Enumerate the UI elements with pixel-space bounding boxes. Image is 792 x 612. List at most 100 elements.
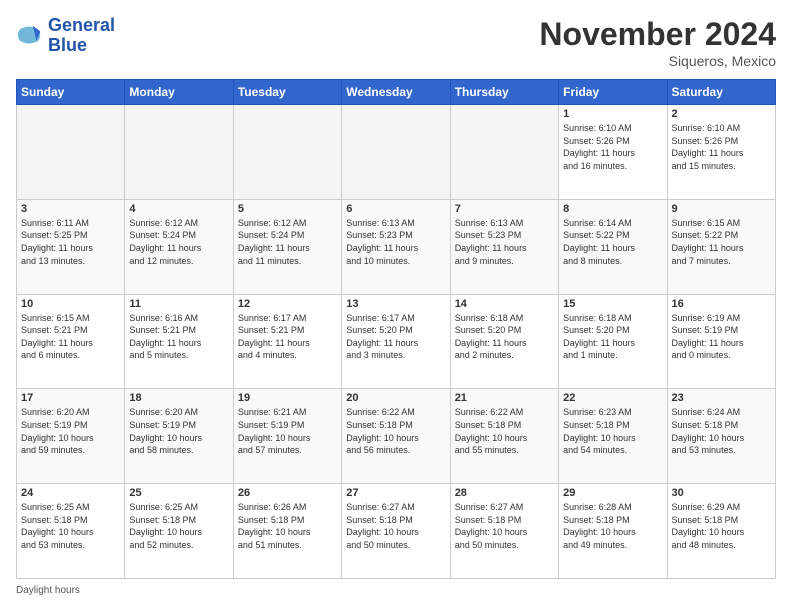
day-number: 5: [238, 203, 337, 215]
calendar-day-cell: 7 Sunrise: 6:13 AM Sunset: 5:23 PM Daylig…: [450, 199, 558, 294]
day-info: Sunrise: 6:20 AM Sunset: 5:19 PM Dayligh…: [129, 406, 228, 456]
day-info: Sunrise: 6:12 AM Sunset: 5:24 PM Dayligh…: [129, 217, 228, 267]
day-info: Sunrise: 6:24 AM Sunset: 5:18 PM Dayligh…: [672, 406, 771, 456]
logo-text: General Blue: [48, 16, 115, 56]
calendar-day-cell: 5 Sunrise: 6:12 AM Sunset: 5:24 PM Daylig…: [233, 199, 341, 294]
calendar-day-cell: 2 Sunrise: 6:10 AM Sunset: 5:26 PM Daylig…: [667, 105, 775, 200]
day-number: 24: [21, 487, 120, 499]
day-number: 19: [238, 392, 337, 404]
day-info: Sunrise: 6:21 AM Sunset: 5:19 PM Dayligh…: [238, 406, 337, 456]
day-info: Sunrise: 6:12 AM Sunset: 5:24 PM Dayligh…: [238, 217, 337, 267]
page: General Blue November 2024 Siqueros, Mex…: [0, 0, 792, 612]
calendar-day-cell: [450, 105, 558, 200]
day-number: 16: [672, 298, 771, 310]
day-info: Sunrise: 6:27 AM Sunset: 5:18 PM Dayligh…: [455, 501, 554, 551]
day-number: 28: [455, 487, 554, 499]
day-info: Sunrise: 6:22 AM Sunset: 5:18 PM Dayligh…: [346, 406, 445, 456]
day-info: Sunrise: 6:23 AM Sunset: 5:18 PM Dayligh…: [563, 406, 662, 456]
day-number: 18: [129, 392, 228, 404]
calendar-week-row: 10 Sunrise: 6:15 AM Sunset: 5:21 PM Dayli…: [17, 294, 776, 389]
day-info: Sunrise: 6:28 AM Sunset: 5:18 PM Dayligh…: [563, 501, 662, 551]
calendar-day-cell: [17, 105, 125, 200]
calendar-day-cell: 3Sunrise: 6:11 AM Sunset: 5:25 PM Daylig…: [17, 199, 125, 294]
day-info: Sunrise: 6:17 AM Sunset: 5:20 PM Dayligh…: [346, 312, 445, 362]
day-info: Sunrise: 6:10 AM Sunset: 5:26 PM Dayligh…: [563, 122, 662, 172]
calendar-week-row: 24 Sunrise: 6:25 AM Sunset: 5:18 PM Dayli…: [17, 484, 776, 579]
calendar-day-cell: 16 Sunrise: 6:19 AM Sunset: 5:19 PM Dayli…: [667, 294, 775, 389]
calendar-day-cell: 30 Sunrise: 6:29 AM Sunset: 5:18 PM Dayli…: [667, 484, 775, 579]
day-number: 25: [129, 487, 228, 499]
day-info: Sunrise: 6:15 AM Sunset: 5:22 PM Dayligh…: [672, 217, 771, 267]
day-info: Sunrise: 6:14 AM Sunset: 5:22 PM Dayligh…: [563, 217, 662, 267]
calendar-day-cell: 20 Sunrise: 6:22 AM Sunset: 5:18 PM Dayli…: [342, 389, 450, 484]
calendar-day-cell: 22 Sunrise: 6:23 AM Sunset: 5:18 PM Dayli…: [559, 389, 667, 484]
day-number: 27: [346, 487, 445, 499]
day-number: 2: [672, 108, 771, 120]
day-number: 13: [346, 298, 445, 310]
calendar: SundayMondayTuesdayWednesdayThursdayFrid…: [16, 79, 776, 579]
calendar-day-cell: 28 Sunrise: 6:27 AM Sunset: 5:18 PM Dayli…: [450, 484, 558, 579]
day-number: 12: [238, 298, 337, 310]
location: Siqueros, Mexico: [539, 53, 776, 69]
calendar-day-cell: 4 Sunrise: 6:12 AM Sunset: 5:24 PM Daylig…: [125, 199, 233, 294]
day-number: 22: [563, 392, 662, 404]
day-info: Sunrise: 6:15 AM Sunset: 5:21 PM Dayligh…: [21, 312, 120, 362]
calendar-day-header: Wednesday: [342, 80, 450, 105]
calendar-day-cell: 1 Sunrise: 6:10 AM Sunset: 5:26 PM Daylig…: [559, 105, 667, 200]
day-number: 3: [21, 203, 120, 215]
day-info: Sunrise: 6:22 AM Sunset: 5:18 PM Dayligh…: [455, 406, 554, 456]
calendar-day-cell: 18 Sunrise: 6:20 AM Sunset: 5:19 PM Dayli…: [125, 389, 233, 484]
day-info: Sunrise: 6:26 AM Sunset: 5:18 PM Dayligh…: [238, 501, 337, 551]
day-info: Sunrise: 6:10 AM Sunset: 5:26 PM Dayligh…: [672, 122, 771, 172]
calendar-day-header: Monday: [125, 80, 233, 105]
day-number: 9: [672, 203, 771, 215]
calendar-day-cell: [342, 105, 450, 200]
calendar-day-cell: [125, 105, 233, 200]
day-info: Sunrise: 6:13 AM Sunset: 5:23 PM Dayligh…: [346, 217, 445, 267]
calendar-day-cell: 27 Sunrise: 6:27 AM Sunset: 5:18 PM Dayli…: [342, 484, 450, 579]
day-number: 20: [346, 392, 445, 404]
calendar-day-cell: 19 Sunrise: 6:21 AM Sunset: 5:19 PM Dayli…: [233, 389, 341, 484]
day-info: Sunrise: 6:19 AM Sunset: 5:19 PM Dayligh…: [672, 312, 771, 362]
calendar-day-cell: 13 Sunrise: 6:17 AM Sunset: 5:20 PM Dayli…: [342, 294, 450, 389]
day-number: 26: [238, 487, 337, 499]
day-number: 14: [455, 298, 554, 310]
day-info: Sunrise: 6:25 AM Sunset: 5:18 PM Dayligh…: [129, 501, 228, 551]
calendar-day-cell: 21 Sunrise: 6:22 AM Sunset: 5:18 PM Dayli…: [450, 389, 558, 484]
day-info: Sunrise: 6:16 AM Sunset: 5:21 PM Dayligh…: [129, 312, 228, 362]
calendar-week-row: 1 Sunrise: 6:10 AM Sunset: 5:26 PM Daylig…: [17, 105, 776, 200]
day-info: Sunrise: 6:17 AM Sunset: 5:21 PM Dayligh…: [238, 312, 337, 362]
day-number: 30: [672, 487, 771, 499]
day-info: Sunrise: 6:20 AM Sunset: 5:19 PM Dayligh…: [21, 406, 120, 456]
day-number: 17: [21, 392, 120, 404]
title-block: November 2024 Siqueros, Mexico: [539, 16, 776, 69]
day-number: 6: [346, 203, 445, 215]
calendar-day-cell: 9 Sunrise: 6:15 AM Sunset: 5:22 PM Daylig…: [667, 199, 775, 294]
calendar-day-cell: 10 Sunrise: 6:15 AM Sunset: 5:21 PM Dayli…: [17, 294, 125, 389]
calendar-day-cell: 14Sunrise: 6:18 AM Sunset: 5:20 PM Dayli…: [450, 294, 558, 389]
calendar-day-cell: 23Sunrise: 6:24 AM Sunset: 5:18 PM Dayli…: [667, 389, 775, 484]
calendar-day-cell: 6 Sunrise: 6:13 AM Sunset: 5:23 PM Daylig…: [342, 199, 450, 294]
day-number: 21: [455, 392, 554, 404]
calendar-day-cell: 24 Sunrise: 6:25 AM Sunset: 5:18 PM Dayli…: [17, 484, 125, 579]
day-number: 1: [563, 108, 662, 120]
day-info: Sunrise: 6:27 AM Sunset: 5:18 PM Dayligh…: [346, 501, 445, 551]
calendar-day-header: Tuesday: [233, 80, 341, 105]
day-number: 29: [563, 487, 662, 499]
footer: Daylight hours: [16, 585, 776, 596]
logo-icon: [16, 22, 44, 50]
day-number: 7: [455, 203, 554, 215]
day-info: Sunrise: 6:13 AM Sunset: 5:23 PM Dayligh…: [455, 217, 554, 267]
calendar-day-cell: 29 Sunrise: 6:28 AM Sunset: 5:18 PM Dayli…: [559, 484, 667, 579]
day-info: Sunrise: 6:29 AM Sunset: 5:18 PM Dayligh…: [672, 501, 771, 551]
calendar-day-cell: 15Sunrise: 6:18 AM Sunset: 5:20 PM Dayli…: [559, 294, 667, 389]
day-number: 8: [563, 203, 662, 215]
calendar-day-header: Sunday: [17, 80, 125, 105]
logo: General Blue: [16, 16, 115, 56]
month-title: November 2024: [539, 16, 776, 53]
day-number: 4: [129, 203, 228, 215]
day-info: Sunrise: 6:25 AM Sunset: 5:18 PM Dayligh…: [21, 501, 120, 551]
day-number: 10: [21, 298, 120, 310]
calendar-day-header: Friday: [559, 80, 667, 105]
calendar-day-cell: 8 Sunrise: 6:14 AM Sunset: 5:22 PM Daylig…: [559, 199, 667, 294]
